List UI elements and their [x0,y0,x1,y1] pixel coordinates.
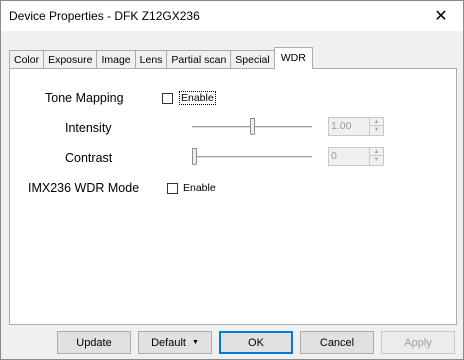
default-button[interactable]: Default ▼ [138,331,212,354]
tab-special[interactable]: Special [230,50,275,69]
intensity-slider[interactable] [192,117,312,137]
tab-strip: Color Exposure Image Lens Partial scan S… [9,47,313,69]
contrast-slider-track [192,156,312,159]
close-button[interactable]: ✕ [419,1,463,31]
device-properties-dialog: Device Properties - DFK Z12GX236 ✕ Color… [0,0,464,360]
update-button-label: Update [76,336,112,349]
close-icon: ✕ [434,8,448,25]
tab-partial-scan[interactable]: Partial scan [166,50,232,69]
tab-exposure[interactable]: Exposure [43,50,98,69]
dropdown-caret-icon: ▼ [191,339,199,346]
title-bar: Device Properties - DFK Z12GX236 ✕ [1,1,463,31]
imx236-wdr-enable-label[interactable]: Enable [183,182,216,195]
window-title: Device Properties - DFK Z12GX236 [9,9,200,23]
ok-button-label: OK [248,336,264,349]
update-button[interactable]: Update [57,331,131,354]
cancel-button-label: Cancel [319,336,355,349]
default-button-label: Default [151,336,186,349]
imx236-wdr-enable-checkbox[interactable] [167,183,178,194]
contrast-value: 0 [331,150,337,162]
contrast-spin-down[interactable]: ▼ [370,156,383,164]
contrast-slider-thumb[interactable] [192,148,197,165]
intensity-spinbox[interactable]: 1.00 ▲ ▼ [328,117,384,136]
ok-button[interactable]: OK [219,331,293,354]
intensity-spin-arrows: ▲ ▼ [369,118,383,135]
imx236-wdr-mode-label: IMX236 WDR Mode [28,181,140,195]
intensity-spin-up[interactable]: ▲ [370,118,383,126]
wdr-panel: Tone Mapping Enable Intensity 1.00 ▲ ▼ C… [9,68,457,325]
contrast-slider[interactable] [192,147,312,167]
apply-button[interactable]: Apply [381,331,455,354]
contrast-label: Contrast [65,151,113,165]
tab-image[interactable]: Image [96,50,136,69]
cancel-button[interactable]: Cancel [300,331,374,354]
tone-mapping-enable-checkbox[interactable] [162,93,173,104]
contrast-spin-up[interactable]: ▲ [370,148,383,156]
intensity-label: Intensity [65,121,112,135]
tone-mapping-enable-label[interactable]: Enable [179,91,216,105]
intensity-spin-down[interactable]: ▼ [370,126,383,134]
apply-button-label: Apply [404,336,432,349]
intensity-value: 1.00 [331,120,352,132]
tab-wdr[interactable]: WDR [273,47,313,69]
tab-color[interactable]: Color [9,50,45,69]
tone-mapping-label: Tone Mapping [45,91,124,105]
contrast-spin-arrows: ▲ ▼ [369,148,383,165]
contrast-spinbox[interactable]: 0 ▲ ▼ [328,147,384,166]
tab-lens[interactable]: Lens [134,50,168,69]
intensity-slider-thumb[interactable] [250,118,255,135]
